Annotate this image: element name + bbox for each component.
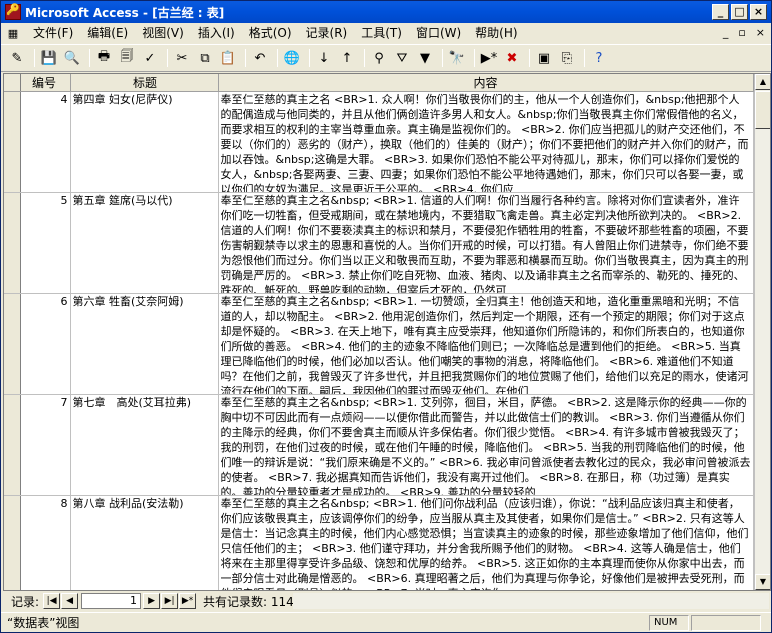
scroll-up-button[interactable]: ▲ bbox=[755, 74, 770, 90]
sort-descending-icon[interactable]: ↑ bbox=[337, 48, 357, 68]
view-icon[interactable]: ✎ bbox=[7, 48, 27, 68]
datasheet-grid: 编号 标题 内容 4 第四章 妇女(尼萨仪) 奉至仁至慈的真主之名 <BR>1.… bbox=[3, 73, 771, 591]
menu-tools[interactable]: 工具(T) bbox=[354, 23, 409, 43]
menu-file[interactable]: 文件(F) bbox=[26, 23, 80, 43]
maximize-button[interactable]: □ bbox=[731, 4, 748, 20]
new-object-icon[interactable]: ⎘ bbox=[557, 48, 577, 68]
cell-title[interactable]: 第八章 战利品(安法勒) bbox=[70, 495, 219, 590]
column-header-title[interactable]: 标题 bbox=[70, 74, 219, 92]
cell-content[interactable]: 奉至仁至慈的真主之名&nbsp; <BR>1. 他们问你战利品（应该归谁），你说… bbox=[218, 495, 754, 590]
cell-num[interactable]: 5 bbox=[20, 192, 71, 294]
cell-title[interactable]: 第四章 妇女(尼萨仪) bbox=[70, 91, 219, 193]
doc-minimize-button[interactable]: _ bbox=[723, 26, 729, 39]
cell-num[interactable]: 4 bbox=[20, 91, 71, 193]
hyperlink-icon[interactable]: 🌐 bbox=[282, 48, 302, 68]
menu-view[interactable]: 视图(V) bbox=[135, 23, 191, 43]
menu-format[interactable]: 格式(O) bbox=[242, 23, 299, 43]
access-window: Microsoft Access - [古兰经 : 表] _ □ × ▦ 文件(… bbox=[0, 0, 772, 633]
next-record-button[interactable]: ▶ bbox=[143, 593, 161, 609]
row-selector[interactable] bbox=[4, 91, 21, 193]
copy-icon[interactable]: ⧉ bbox=[195, 48, 215, 68]
window-title: Microsoft Access - [古兰经 : 表] bbox=[25, 5, 225, 20]
access-key-icon bbox=[5, 3, 21, 20]
find-icon[interactable]: 🔭 bbox=[447, 48, 467, 68]
help-icon[interactable]: ? bbox=[589, 48, 609, 68]
last-record-button[interactable]: ▶| bbox=[161, 593, 179, 609]
menu-window[interactable]: 窗口(W) bbox=[409, 23, 468, 43]
cut-icon[interactable]: ✂ bbox=[172, 48, 192, 68]
record-navigator: 记录: |◀ ◀ 1 ▶ ▶| ▶* 共有记录数: 114 bbox=[3, 592, 771, 610]
paste-icon[interactable]: 📋 bbox=[218, 48, 238, 68]
close-button[interactable]: × bbox=[750, 4, 767, 20]
filter-selection-icon[interactable]: ⚲ bbox=[369, 48, 389, 68]
scroll-down-button[interactable]: ▼ bbox=[755, 574, 770, 590]
table-row[interactable]: 6 第六章 牲畜(艾奈阿姆) 奉至仁至慈的真主之名&nbsp; <BR>1. 一… bbox=[4, 293, 754, 395]
search-icon[interactable]: 🔍 bbox=[62, 48, 82, 68]
column-header-num[interactable]: 编号 bbox=[20, 74, 71, 92]
row-selector[interactable] bbox=[4, 394, 21, 496]
record-count: 共有记录数: 114 bbox=[203, 594, 294, 609]
minimize-button[interactable]: _ bbox=[712, 4, 729, 20]
cell-title[interactable]: 第七章 高处(艾耳拉弗) bbox=[70, 394, 219, 496]
table-icon: ▦ bbox=[7, 26, 19, 40]
undo-icon[interactable]: ↶ bbox=[250, 48, 270, 68]
row-selector[interactable] bbox=[4, 192, 21, 294]
record-label: 记录: bbox=[11, 594, 40, 609]
new-record-button[interactable]: ▶* bbox=[179, 593, 197, 609]
cell-content[interactable]: 奉至仁至慈的真主之名&nbsp; <BR>1. 信道的人们啊！你们当履行各种约言… bbox=[218, 192, 754, 294]
previous-record-button[interactable]: ◀ bbox=[61, 593, 79, 609]
cell-num[interactable]: 6 bbox=[20, 293, 71, 395]
select-all-cell[interactable] bbox=[4, 74, 21, 92]
delete-record-icon[interactable]: ✖ bbox=[502, 48, 522, 68]
cell-content[interactable]: 奉至仁至慈的真主之名&nbsp; <BR>1. 艾列弥，徊目，米目，萨德。 <B… bbox=[218, 394, 754, 496]
sort-ascending-icon[interactable]: ↓ bbox=[314, 48, 334, 68]
scroll-thumb[interactable] bbox=[755, 91, 770, 129]
print-icon[interactable]: 🖶 bbox=[94, 48, 114, 68]
table-row[interactable]: 8 第八章 战利品(安法勒) 奉至仁至慈的真主之名&nbsp; <BR>1. 他… bbox=[4, 495, 754, 590]
database-window-icon[interactable]: ▣ bbox=[534, 48, 554, 68]
status-bar: “数据表”视图 NUM bbox=[1, 612, 771, 632]
menu-insert[interactable]: 插入(I) bbox=[191, 23, 242, 43]
table-row[interactable]: 4 第四章 妇女(尼萨仪) 奉至仁至慈的真主之名 <BR>1. 众人啊！你们当敬… bbox=[4, 91, 754, 193]
row-selector[interactable] bbox=[4, 293, 21, 395]
status-num-indicator: NUM bbox=[649, 614, 689, 631]
column-header-content[interactable]: 内容 bbox=[218, 74, 754, 92]
status-panel-empty bbox=[691, 614, 761, 631]
cell-content-text: 奉至仁至慈的真主之名&nbsp; <BR>1. 艾列弥，徊目，米目，萨德。 <B… bbox=[220, 396, 751, 495]
table-row[interactable]: 7 第七章 高处(艾耳拉弗) 奉至仁至慈的真主之名&nbsp; <BR>1. 艾… bbox=[4, 394, 754, 496]
menu-edit[interactable]: 编辑(E) bbox=[80, 23, 135, 43]
table-row[interactable]: 5 第五章 筵席(马以代) 奉至仁至慈的真主之名&nbsp; <BR>1. 信道… bbox=[4, 192, 754, 294]
preview-icon[interactable]: 🗐 bbox=[117, 48, 137, 68]
spelling-icon[interactable]: ✓ bbox=[140, 48, 160, 68]
cell-num[interactable]: 7 bbox=[20, 394, 71, 496]
filter-form-icon[interactable]: ⛛ bbox=[392, 48, 412, 68]
save-icon[interactable]: 💾 bbox=[39, 48, 59, 68]
cell-content-text: 奉至仁至慈的真主之名&nbsp; <BR>1. 他们问你战利品（应该归谁），你说… bbox=[220, 497, 749, 590]
doc-close-button[interactable]: × bbox=[756, 26, 765, 39]
cell-content-text: 奉至仁至慈的真主之名&nbsp; <BR>1. 一切赞颂，全归真主！他创造天和地… bbox=[220, 295, 749, 394]
apply-filter-icon[interactable]: ▼ bbox=[415, 48, 435, 68]
menu-help[interactable]: 帮助(H) bbox=[468, 23, 524, 43]
cell-title[interactable]: 第五章 筵席(马以代) bbox=[70, 192, 219, 294]
current-record-input[interactable]: 1 bbox=[81, 593, 142, 609]
cell-content-text: 奉至仁至慈的真主之名 <BR>1. 众人啊！你们当敬畏你们的主，他从一个人创造你… bbox=[220, 93, 749, 192]
cell-num[interactable]: 8 bbox=[20, 495, 71, 590]
title-bar: Microsoft Access - [古兰经 : 表] _ □ × bbox=[1, 1, 771, 23]
cell-content-text: 奉至仁至慈的真主之名&nbsp; <BR>1. 信道的人们啊！你们当履行各种约言… bbox=[220, 194, 749, 293]
cell-content[interactable]: 奉至仁至慈的真主之名 <BR>1. 众人啊！你们当敬畏你们的主，他从一个人创造你… bbox=[218, 91, 754, 193]
toolbar: ✎ 💾 🔍 🖶 🗐 ✓ ✂ ⧉ 📋 ↶ 🌐 ↓ ↑ ⚲ ⛛ ▼ 🔭 ▶* ✖ ▣… bbox=[1, 44, 771, 72]
menu-bar: ▦ 文件(F) 编辑(E) 视图(V) 插入(I) 格式(O) 记录(R) 工具… bbox=[1, 23, 771, 43]
doc-restore-button[interactable]: ▫ bbox=[738, 26, 745, 39]
menu-records[interactable]: 记录(R) bbox=[299, 23, 355, 43]
cell-content[interactable]: 奉至仁至慈的真主之名&nbsp; <BR>1. 一切赞颂，全归真主！他创造天和地… bbox=[218, 293, 754, 395]
row-selector[interactable] bbox=[4, 495, 21, 590]
cell-title[interactable]: 第六章 牲畜(艾奈阿姆) bbox=[70, 293, 219, 395]
first-record-button[interactable]: |◀ bbox=[43, 593, 61, 609]
horizontal-scrollbar[interactable] bbox=[293, 593, 769, 609]
vertical-scrollbar[interactable]: ▲ ▼ bbox=[754, 74, 770, 590]
status-view-text: “数据表”视图 bbox=[7, 616, 80, 630]
new-record-icon[interactable]: ▶* bbox=[479, 48, 499, 68]
